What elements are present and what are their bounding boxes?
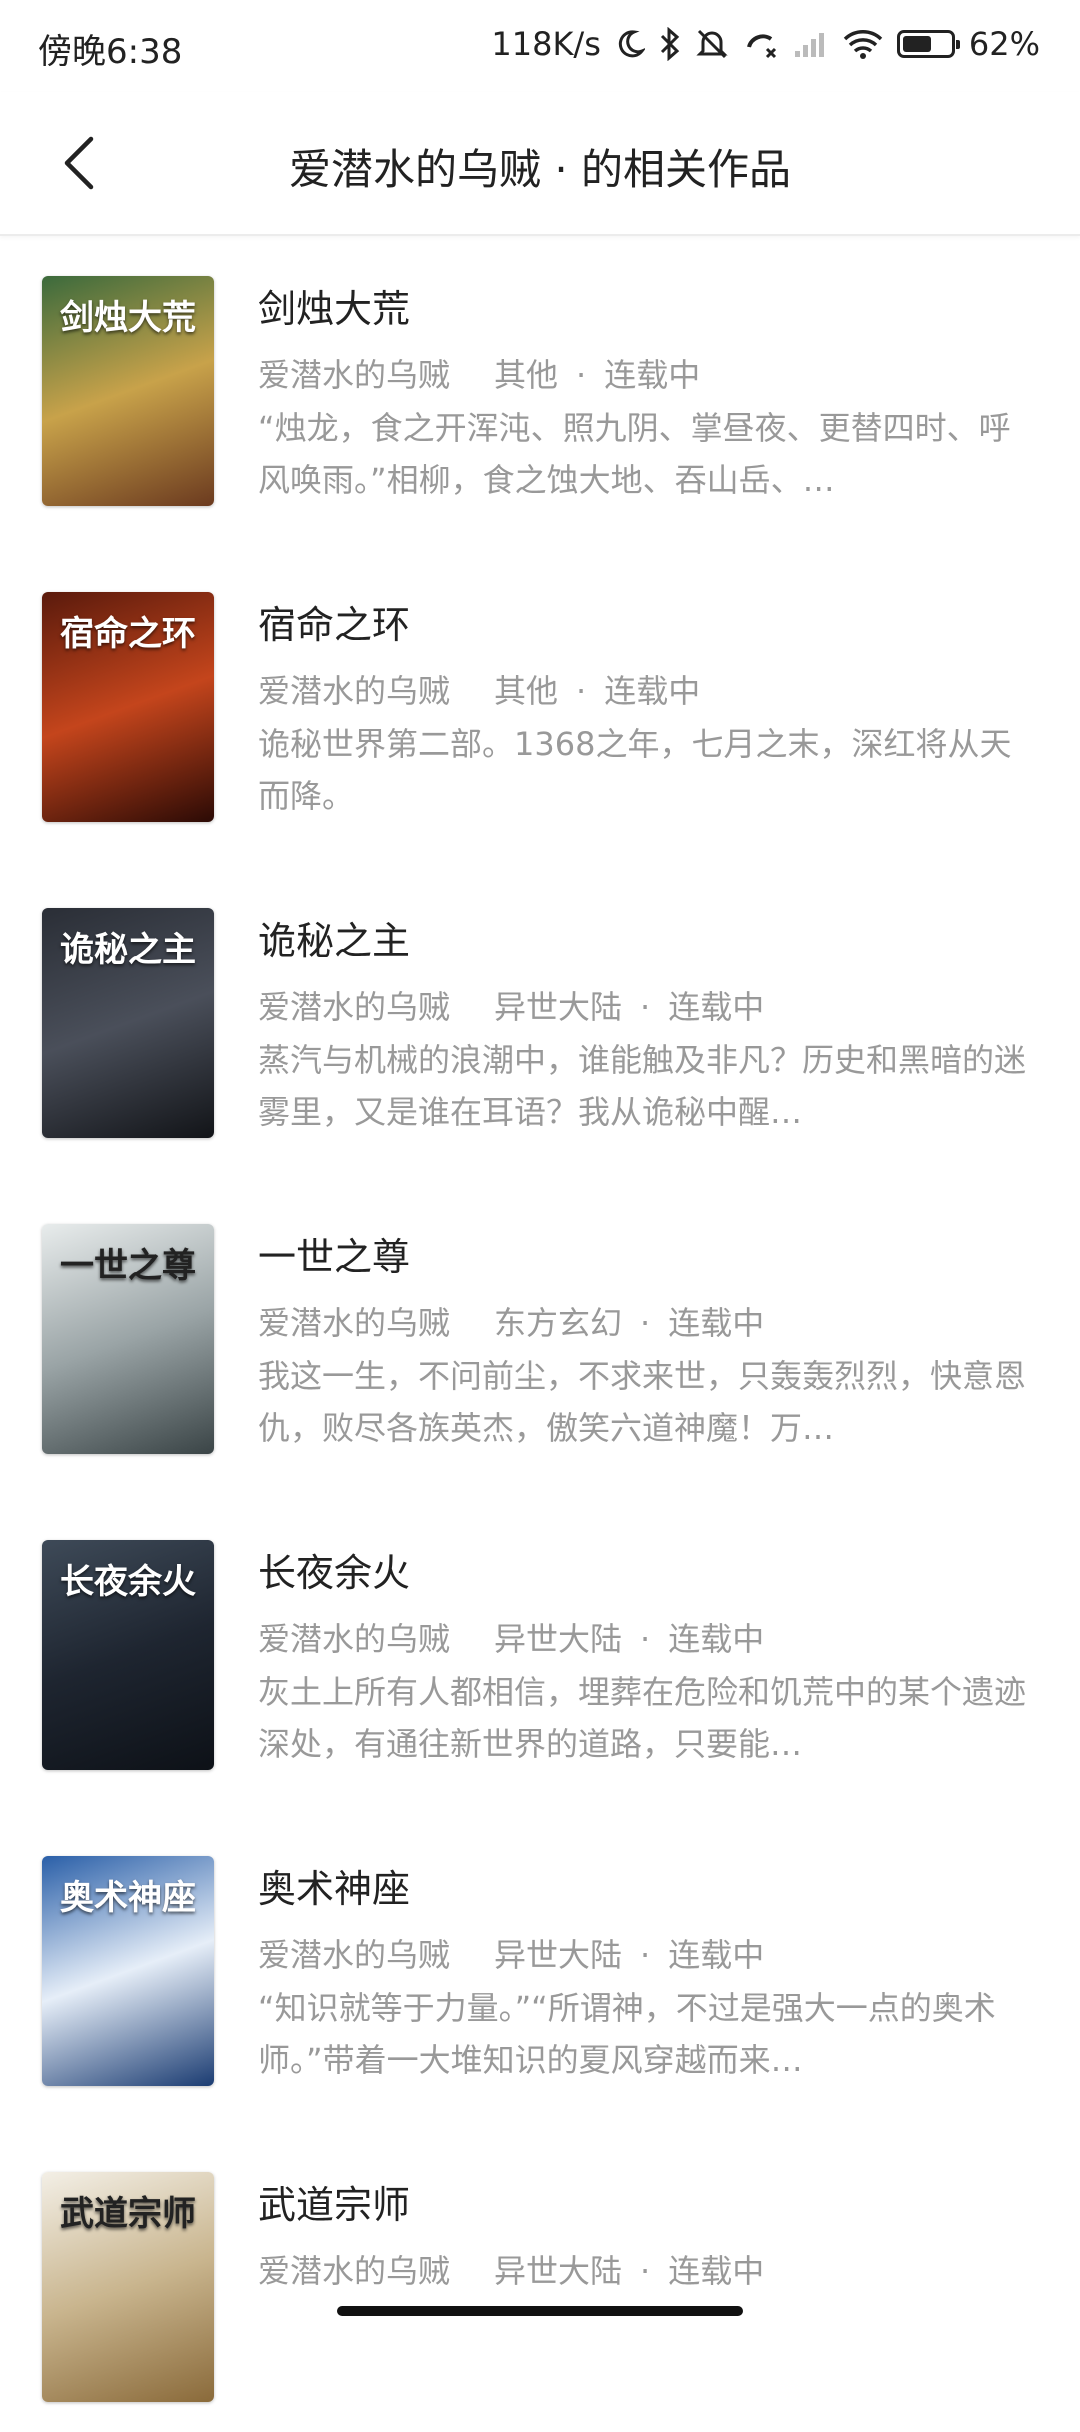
book-item[interactable]: 奥术神座 奥术神座 爱潜水的乌贼 异世大陆 · 连载中 “知识就等于力量。”“所谓神，… bbox=[0, 1816, 1080, 2116]
battery-percent: 62% bbox=[968, 25, 1040, 63]
cover-title: 诡秘之主 bbox=[60, 930, 196, 970]
cover-title: 武道宗师 bbox=[60, 2194, 196, 2234]
book-meta: 爱潜水的乌贼 异世大陆 · 连载中 bbox=[258, 1930, 764, 1976]
book-title: 宿命之环 bbox=[258, 603, 411, 647]
book-category: 异世大陆 bbox=[494, 2252, 623, 2290]
meta-separator: · bbox=[640, 1304, 651, 1342]
book-description: 诡秘世界第二部。1368之年，七月之末，深红将从天而降。 bbox=[258, 725, 1012, 815]
page-title: 爱潜水的乌贼 · 的相关作品 bbox=[288, 145, 792, 194]
meta-separator: · bbox=[640, 988, 651, 1026]
book-status: 连载中 bbox=[668, 1620, 765, 1658]
mute-icon bbox=[695, 27, 729, 61]
book-title: 武道宗师 bbox=[258, 2183, 411, 2227]
book-category: 其他 bbox=[494, 672, 559, 710]
book-item[interactable]: 武道宗师 武道宗师 爱潜水的乌贼 异世大陆 · 连载中 bbox=[0, 2132, 1080, 2432]
book-author: 爱潜水的乌贼 bbox=[258, 1936, 451, 1974]
battery-icon bbox=[896, 30, 960, 58]
call-icon bbox=[743, 27, 779, 61]
book-title: 长夜余火 bbox=[258, 1551, 411, 1595]
status-icons: 118K/s 62% bbox=[491, 22, 1040, 66]
book-description: 灰土上所有人都相信，埋葬在危险和饥荒中的某个遗迹深处，有通往新世界的道路，只要能… bbox=[258, 1673, 1027, 1763]
status-bar: 傍晚6:38 118K/s 62% bbox=[0, 0, 1080, 92]
book-category: 东方玄幻 bbox=[494, 1304, 623, 1342]
meta-separator: · bbox=[640, 2252, 651, 2290]
book-author: 爱潜水的乌贼 bbox=[258, 2252, 451, 2290]
book-category: 其他 bbox=[494, 356, 559, 394]
book-cover: 武道宗师 bbox=[42, 2172, 214, 2402]
book-item[interactable]: 宿命之环 宿命之环 爱潜水的乌贼 其他 · 连载中 诡秘世界第二部。1368之年，七月… bbox=[0, 552, 1080, 852]
cover-title: 奥术神座 bbox=[60, 1878, 196, 1918]
book-description: 我这一生，不问前尘，不求来世，只轰轰烈烈，快意恩仇，败尽各族英杰，傲笑六道神魔！… bbox=[258, 1357, 1027, 1447]
book-author: 爱潜水的乌贼 bbox=[258, 1620, 451, 1658]
book-item[interactable]: 剑烛大荒 剑烛大荒 爱潜水的乌贼 其他 · 连载中 “烛龙，食之开浑沌、照九阴、掌昼夜… bbox=[0, 236, 1080, 536]
book-cover: 一世之尊 bbox=[42, 1224, 214, 1454]
meta-separator: · bbox=[640, 1620, 651, 1658]
book-meta: 爱潜水的乌贼 异世大陆 · 连载中 bbox=[258, 1614, 764, 1660]
book-status: 连载中 bbox=[604, 672, 701, 710]
book-author: 爱潜水的乌贼 bbox=[258, 672, 451, 710]
book-meta: 爱潜水的乌贼 东方玄幻 · 连载中 bbox=[258, 1298, 764, 1344]
home-indicator[interactable] bbox=[337, 2306, 743, 2316]
book-category: 异世大陆 bbox=[494, 1936, 623, 1974]
book-title: 诡秘之主 bbox=[258, 919, 411, 963]
book-status: 连载中 bbox=[668, 2252, 765, 2290]
book-description: “知识就等于力量。”“所谓神，不过是强大一点的奥术师。”带着一大堆知识的夏风穿越… bbox=[258, 1989, 996, 2079]
meta-separator: · bbox=[640, 1936, 651, 1974]
app-header: 爱潜水的乌贼 · 的相关作品 bbox=[0, 92, 1080, 236]
book-status: 连载中 bbox=[668, 988, 765, 1026]
book-author: 爱潜水的乌贼 bbox=[258, 1304, 451, 1342]
book-cover: 宿命之环 bbox=[42, 592, 214, 822]
bluetooth-icon bbox=[659, 27, 681, 61]
book-title: 一世之尊 bbox=[258, 1235, 411, 1279]
book-item[interactable]: 长夜余火 长夜余火 爱潜水的乌贼 异世大陆 · 连载中 灰土上所有人都相信，埋葬在危险… bbox=[0, 1500, 1080, 1800]
cover-title: 一世之尊 bbox=[60, 1246, 196, 1286]
book-status: 连载中 bbox=[668, 1936, 765, 1974]
book-cover: 诡秘之主 bbox=[42, 908, 214, 1138]
book-meta: 爱潜水的乌贼 异世大陆 · 连载中 bbox=[258, 982, 764, 1028]
book-description: “烛龙，食之开浑沌、照九阴、掌昼夜、更替四时、呼风唤雨。”相柳，食之蚀大地、吞山… bbox=[258, 409, 1011, 499]
book-item[interactable]: 一世之尊 一世之尊 爱潜水的乌贼 东方玄幻 · 连载中 我这一生，不问前尘，不求来世，… bbox=[0, 1184, 1080, 1484]
book-author: 爱潜水的乌贼 bbox=[258, 356, 451, 394]
meta-separator: · bbox=[576, 356, 587, 394]
book-cover: 剑烛大荒 bbox=[42, 276, 214, 506]
book-meta: 爱潜水的乌贼 其他 · 连载中 bbox=[258, 350, 700, 396]
wifi-icon bbox=[843, 28, 883, 60]
book-cover: 长夜余火 bbox=[42, 1540, 214, 1770]
meta-separator: · bbox=[576, 672, 587, 710]
book-description: 蒸汽与机械的浪潮中，谁能触及非凡？历史和黑暗的迷雾里，又是谁在耳语？我从诡秘中醒… bbox=[258, 1041, 1027, 1131]
cover-title: 长夜余火 bbox=[60, 1562, 196, 1602]
book-title: 奥术神座 bbox=[258, 1867, 411, 1911]
book-category: 异世大陆 bbox=[494, 1620, 623, 1658]
network-speed: 118K/s bbox=[491, 25, 601, 63]
book-author: 爱潜水的乌贼 bbox=[258, 988, 451, 1026]
cover-title: 剑烛大荒 bbox=[60, 298, 196, 338]
book-meta: 爱潜水的乌贼 其他 · 连载中 bbox=[258, 666, 700, 712]
status-time: 傍晚6:38 bbox=[38, 32, 183, 72]
book-meta: 爱潜水的乌贼 异世大陆 · 连载中 bbox=[258, 2246, 764, 2292]
signal-icon bbox=[793, 29, 829, 59]
book-category: 异世大陆 bbox=[494, 988, 623, 1026]
moon-icon bbox=[615, 29, 645, 59]
book-cover: 奥术神座 bbox=[42, 1856, 214, 2086]
book-item[interactable]: 诡秘之主 诡秘之主 爱潜水的乌贼 异世大陆 · 连载中 蒸汽与机械的浪潮中，谁能触及非… bbox=[0, 868, 1080, 1168]
book-status: 连载中 bbox=[668, 1304, 765, 1342]
book-status: 连载中 bbox=[604, 356, 701, 394]
book-title: 剑烛大荒 bbox=[258, 287, 411, 331]
cover-title: 宿命之环 bbox=[60, 614, 196, 654]
